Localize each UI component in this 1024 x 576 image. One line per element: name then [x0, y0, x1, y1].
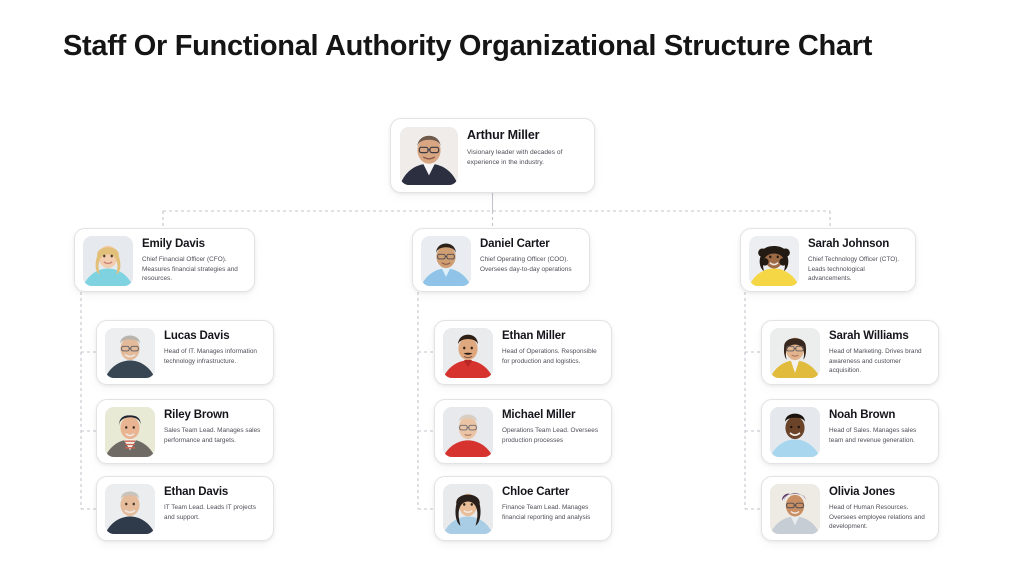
avatar-michael-miller [443, 407, 493, 457]
person-description: Chief Technology Officer (CTO). Leads te… [808, 255, 900, 283]
person-name: Lucas Davis [164, 330, 230, 342]
card-text-ethan-davis: Ethan Davis IT Team Lead. Leads IT proje… [155, 484, 265, 522]
person-name: Arthur Miller [467, 128, 540, 142]
card-text-noah-brown: Noah Brown Head of Sales. Manages sales … [820, 407, 930, 445]
person-description: Operations Team Lead. Oversees productio… [502, 426, 599, 444]
node-card-daniel-carter[interactable]: Daniel Carter Chief Operating Officer (C… [412, 228, 590, 292]
card-text-ethan-miller: Ethan Miller Head of Operations. Respons… [493, 328, 603, 366]
person-description: Finance Team Lead. Manages financial rep… [502, 503, 591, 521]
person-name: Olivia Jones [829, 486, 895, 498]
org-chart-canvas: Staff Or Functional Authority Organizati… [0, 0, 1024, 576]
node-card-arthur-miller[interactable]: Arthur Miller Visionary leader with deca… [390, 118, 595, 193]
avatar-chloe-carter [443, 484, 493, 534]
node-card-sarah-johnson[interactable]: Sarah Johnson Chief Technology Officer (… [740, 228, 916, 292]
card-text-lucas-davis: Lucas Davis Head of IT. Manages informat… [155, 328, 265, 366]
person-name: Ethan Davis [164, 486, 229, 498]
avatar-lucas-davis [105, 328, 155, 378]
card-text-sarah-williams: Sarah Williams Head of Marketing. Drives… [820, 328, 930, 376]
person-description: Head of IT. Manages information technolo… [164, 347, 257, 365]
person-description: Sales Team Lead. Manages sales performan… [164, 426, 261, 444]
card-text-sarah-johnson: Sarah Johnson Chief Technology Officer (… [799, 236, 907, 284]
person-description: Head of Marketing. Drives brand awarenes… [829, 347, 922, 375]
avatar-arthur-miller [400, 127, 458, 185]
card-text-riley-brown: Riley Brown Sales Team Lead. Manages sal… [155, 407, 265, 445]
avatar-ethan-davis [105, 484, 155, 534]
node-card-riley-brown[interactable]: Riley Brown Sales Team Lead. Manages sal… [96, 399, 274, 464]
person-name: Michael Miller [502, 409, 576, 421]
card-text-olivia-jones: Olivia Jones Head of Human Resources. Ov… [820, 484, 930, 532]
person-description: Head of Operations. Responsible for prod… [502, 347, 597, 365]
person-name: Daniel Carter [480, 238, 550, 250]
card-text-daniel-carter: Daniel Carter Chief Operating Officer (C… [471, 236, 581, 274]
person-description: Head of Human Resources. Oversees employ… [829, 503, 925, 531]
node-card-sarah-williams[interactable]: Sarah Williams Head of Marketing. Drives… [761, 320, 939, 385]
person-description: Chief Operating Officer (COO). Oversees … [480, 255, 572, 273]
card-text-chloe-carter: Chloe Carter Finance Team Lead. Manages … [493, 484, 603, 522]
avatar-sarah-williams [770, 328, 820, 378]
node-card-olivia-jones[interactable]: Olivia Jones Head of Human Resources. Ov… [761, 476, 939, 541]
page-title: Staff Or Functional Authority Organizati… [63, 30, 873, 62]
person-name: Emily Davis [142, 238, 205, 250]
avatar-riley-brown [105, 407, 155, 457]
card-text-emily-davis: Emily Davis Chief Financial Officer (CFO… [133, 236, 246, 284]
card-text-arthur-miller: Arthur Miller Visionary leader with deca… [458, 127, 585, 168]
node-card-chloe-carter[interactable]: Chloe Carter Finance Team Lead. Manages … [434, 476, 612, 541]
person-name: Ethan Miller [502, 330, 566, 342]
node-card-emily-davis[interactable]: Emily Davis Chief Financial Officer (CFO… [74, 228, 255, 292]
avatar-noah-brown [770, 407, 820, 457]
person-name: Sarah Williams [829, 330, 909, 342]
avatar-emily-davis [83, 236, 133, 286]
node-card-noah-brown[interactable]: Noah Brown Head of Sales. Manages sales … [761, 399, 939, 464]
person-name: Sarah Johnson [808, 238, 890, 250]
person-description: Chief Financial Officer (CFO). Measures … [142, 255, 238, 283]
person-name: Riley Brown [164, 409, 229, 421]
person-description: Head of Sales. Manages sales team and re… [829, 426, 917, 444]
node-card-michael-miller[interactable]: Michael Miller Operations Team Lead. Ove… [434, 399, 612, 464]
avatar-daniel-carter [421, 236, 471, 286]
node-card-ethan-miller[interactable]: Ethan Miller Head of Operations. Respons… [434, 320, 612, 385]
person-name: Noah Brown [829, 409, 896, 421]
avatar-olivia-jones [770, 484, 820, 534]
person-description: Visionary leader with decades of experie… [467, 148, 563, 166]
node-card-ethan-davis[interactable]: Ethan Davis IT Team Lead. Leads IT proje… [96, 476, 274, 541]
card-text-michael-miller: Michael Miller Operations Team Lead. Ove… [493, 407, 603, 445]
avatar-sarah-johnson [749, 236, 799, 286]
avatar-ethan-miller [443, 328, 493, 378]
person-description: IT Team Lead. Leads IT projects and supp… [164, 503, 256, 521]
person-name: Chloe Carter [502, 486, 570, 498]
node-card-lucas-davis[interactable]: Lucas Davis Head of IT. Manages informat… [96, 320, 274, 385]
